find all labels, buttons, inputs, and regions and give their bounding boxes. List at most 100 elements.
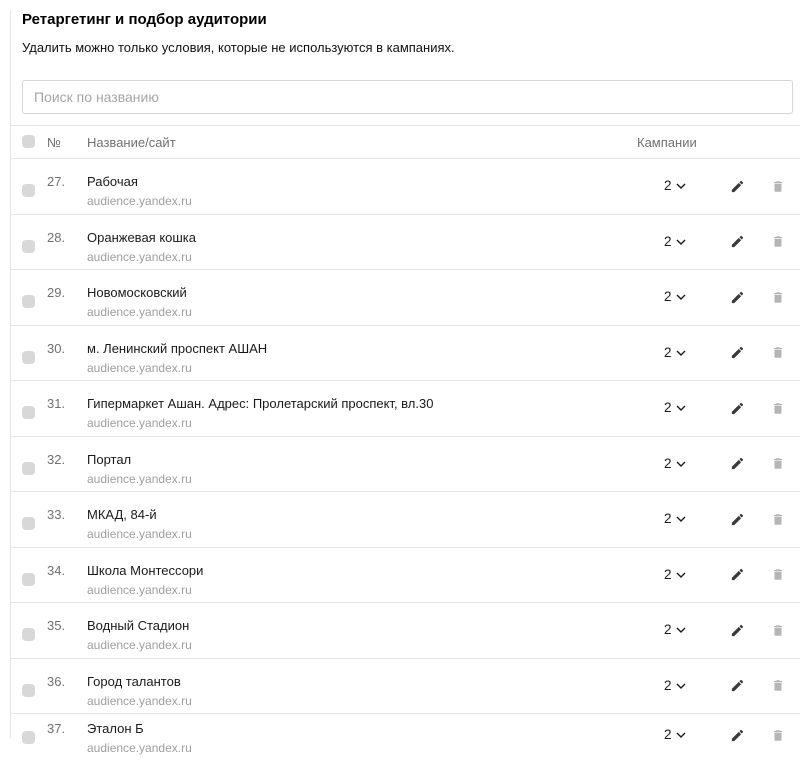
delete-button[interactable] [770,289,786,305]
row-controls: 2 [10,511,800,527]
trash-icon [771,456,785,471]
edit-button[interactable] [729,567,745,583]
chevron-down-icon [676,572,686,578]
delete-button[interactable] [770,727,786,743]
column-header-number: № [47,134,61,151]
pencil-icon [730,234,745,249]
row-controls: 2 [10,345,800,361]
table-row: 27. Рабочая audience.yandex.ru 2 [10,159,800,215]
pencil-icon [730,345,745,360]
table-row: 35. Водный Стадион audience.yandex.ru 2 [10,603,800,659]
row-controls: 2 [10,289,800,305]
trash-icon [771,512,785,527]
campaigns-dropdown[interactable]: 2 [664,678,686,694]
table-row: 30. м. Ленинский проспект АШАН audience.… [10,326,800,382]
trash-icon [771,401,785,416]
chevron-down-icon [676,732,686,738]
delete-button[interactable] [770,622,786,638]
conditions-table: № Название/сайт Кампании 27. Рабочая aud… [10,125,800,770]
pencil-icon [730,728,745,743]
campaigns-dropdown[interactable]: 2 [664,289,686,305]
edit-button[interactable] [729,400,745,416]
chevron-down-icon [676,239,686,245]
delete-button[interactable] [770,511,786,527]
row-controls: 2 [10,178,800,194]
row-controls: 2 [10,727,800,743]
search-input[interactable] [22,80,793,114]
edit-button[interactable] [729,345,745,361]
campaigns-dropdown[interactable]: 2 [664,727,686,743]
pencil-icon [730,401,745,416]
trash-icon [771,290,785,305]
table-header-row: № Название/сайт Кампании [10,126,800,159]
delete-button[interactable] [770,345,786,361]
campaigns-dropdown[interactable]: 2 [664,234,686,250]
delete-button[interactable] [770,567,786,583]
row-site: audience.yandex.ru [87,193,800,209]
row-controls: 2 [10,567,800,583]
row-controls: 2 [10,456,800,472]
delete-button[interactable] [770,234,786,250]
row-site: audience.yandex.ru [87,526,800,542]
delete-button[interactable] [770,678,786,694]
row-site: audience.yandex.ru [87,360,800,376]
edit-button[interactable] [729,511,745,527]
campaigns-dropdown[interactable]: 2 [664,567,686,583]
table-row: 33. МКАД, 84-й audience.yandex.ru 2 [10,492,800,548]
chevron-down-icon [676,183,686,189]
edit-button[interactable] [729,178,745,194]
pencil-icon [730,623,745,638]
chevron-down-icon [676,405,686,411]
trash-icon [771,345,785,360]
trash-icon [771,678,785,693]
campaigns-dropdown[interactable]: 2 [664,400,686,416]
table-row: 29. Новомосковский audience.yandex.ru 2 [10,270,800,326]
table-row: 34. Школа Монтессори audience.yandex.ru … [10,548,800,604]
campaigns-dropdown[interactable]: 2 [664,178,686,194]
edit-button[interactable] [729,727,745,743]
table-row: 31. Гипермаркет Ашан. Адрес: Пролетарски… [10,381,800,437]
campaigns-dropdown[interactable]: 2 [664,511,686,527]
campaigns-dropdown[interactable]: 2 [664,456,686,472]
edit-button[interactable] [729,289,745,305]
campaigns-count: 2 [664,178,672,194]
chevron-down-icon [676,627,686,633]
delete-button[interactable] [770,400,786,416]
pencil-icon [730,290,745,305]
delete-button[interactable] [770,456,786,472]
campaigns-count: 2 [664,400,672,416]
page-subtitle: Удалить можно только условия, которые не… [22,40,800,56]
row-controls: 2 [10,622,800,638]
row-controls: 2 [10,400,800,416]
campaigns-count: 2 [664,678,672,694]
delete-button[interactable] [770,178,786,194]
pencil-icon [730,678,745,693]
campaigns-count: 2 [664,234,672,250]
edit-button[interactable] [729,456,745,472]
campaigns-count: 2 [664,622,672,638]
table-body: 27. Рабочая audience.yandex.ru 2 [10,159,800,770]
chevron-down-icon [676,516,686,522]
select-all-checkbox[interactable] [22,135,35,148]
pencil-icon [730,567,745,582]
table-row: 36. Город талантов audience.yandex.ru 2 [10,659,800,715]
campaigns-dropdown[interactable]: 2 [664,345,686,361]
chevron-down-icon [676,350,686,356]
edit-button[interactable] [729,622,745,638]
edit-button[interactable] [729,678,745,694]
trash-icon [771,623,785,638]
pencil-icon [730,179,745,194]
edit-button[interactable] [729,234,745,250]
chevron-down-icon [676,294,686,300]
campaigns-count: 2 [664,289,672,305]
trash-icon [771,179,785,194]
table-row: 37. Эталон Б audience.yandex.ru 2 [10,714,800,770]
row-site: audience.yandex.ru [87,249,800,265]
campaigns-count: 2 [664,456,672,472]
row-site: audience.yandex.ru [87,304,800,320]
table-row: 32. Портал audience.yandex.ru 2 [10,437,800,493]
page-title: Ретаргетинг и подбор аудитории [22,10,800,30]
chevron-down-icon [676,461,686,467]
chevron-down-icon [676,683,686,689]
campaigns-dropdown[interactable]: 2 [664,622,686,638]
